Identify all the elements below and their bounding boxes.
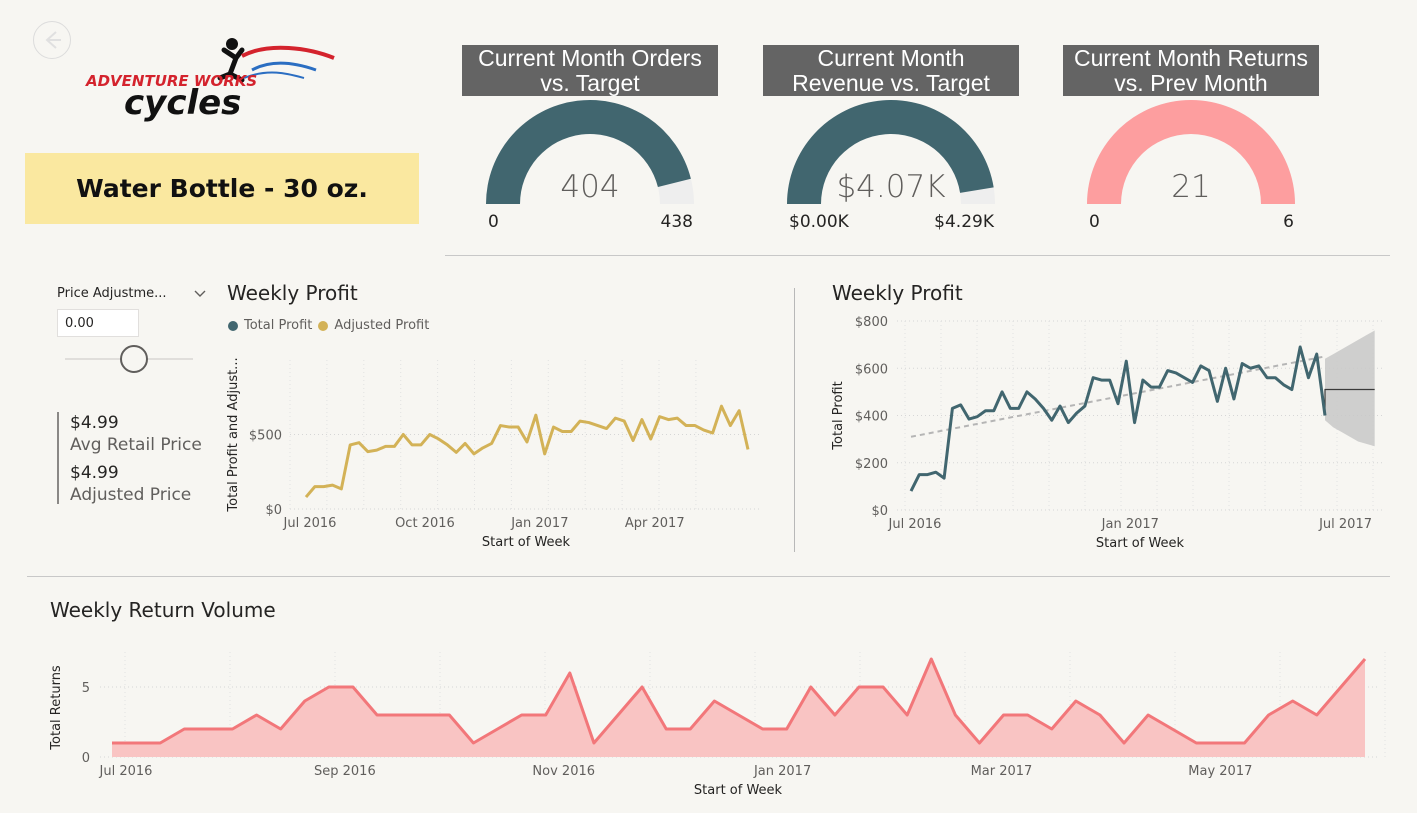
kpi-orders-title: Current Month Orders vs. Target xyxy=(462,45,718,96)
chevron-down-icon[interactable] xyxy=(193,285,207,304)
x-tick-label: Jul 2016 xyxy=(283,516,337,531)
x-axis-title: Start of Week xyxy=(1096,536,1185,551)
bottom-divider xyxy=(27,576,1390,577)
gauge-value: 404 xyxy=(560,169,619,205)
returns-gauge: 21 0 6 xyxy=(1087,100,1295,232)
x-tick-label: Jan 2017 xyxy=(510,516,568,531)
gauge-max: 438 xyxy=(661,212,693,232)
revenue-gauge: $4.07K $0.00K $4.29K xyxy=(787,100,995,232)
company-logo: ADVENTURE WORKS cycles xyxy=(84,34,339,124)
price-slicer-label: Price Adjustme... xyxy=(57,286,167,301)
kpi-orders-title-line1: Current Month Orders xyxy=(478,45,702,71)
back-button[interactable] xyxy=(33,21,71,59)
x-tick-label: Oct 2016 xyxy=(395,516,455,531)
x-tick-label: Jul 2016 xyxy=(99,764,153,779)
kpi-orders-title-line2: vs. Target xyxy=(540,70,640,96)
gauge-value: $4.07K xyxy=(836,169,945,205)
kpi-returns-title-line2: vs. Prev Month xyxy=(1114,70,1268,96)
y-tick-label: $0 xyxy=(265,503,282,518)
kpi-orders: Current Month Orders vs. Target xyxy=(462,45,718,96)
profit-left-chart: $0 $500 Jul 2016 Oct 2016 Jan 2017 Apr 2017 St… xyxy=(226,357,760,550)
legend-total-profit-marker xyxy=(228,320,238,331)
kpi-revenue-title: Current Month Revenue vs. Target xyxy=(763,45,1019,96)
y-tick-label: $600 xyxy=(855,362,888,377)
product-name-card: Water Bottle - 30 oz. xyxy=(25,153,419,224)
kpi-returns: Current Month Returns vs. Prev Month xyxy=(1063,45,1319,96)
avg-retail-price-label: Avg Retail Price xyxy=(70,435,202,455)
top-divider xyxy=(445,255,1390,256)
adjusted-profit-line xyxy=(304,404,750,499)
price-slider[interactable] xyxy=(60,344,200,374)
y-tick-label: $400 xyxy=(855,410,888,425)
x-axis-title: Start of Week xyxy=(694,783,783,798)
profit-left-title: Weekly Profit xyxy=(227,281,358,305)
x-tick-label: Jul 2016 xyxy=(888,517,942,532)
kpi-returns-title-line1: Current Month Returns xyxy=(1074,45,1308,71)
returns-chart: 0 5 Jul 2016 Sep 2016 Nov 2016 Jan 2017 Mar 20… xyxy=(49,652,1386,798)
y-tick-label: $0 xyxy=(871,504,888,519)
legend-adjusted-profit-label: Adjusted Profit xyxy=(334,318,430,333)
kpi-revenue-title-line2: Revenue vs. Target xyxy=(792,70,990,96)
y-tick-label: $500 xyxy=(249,429,282,444)
middle-divider xyxy=(794,288,795,552)
logo-name-text: cycles xyxy=(124,83,241,123)
y-tick-label: 0 xyxy=(82,751,90,766)
gauge-min: 0 xyxy=(1089,212,1100,232)
legend-adjusted-profit-marker xyxy=(318,320,329,331)
gauge-max: 6 xyxy=(1283,212,1294,232)
kpi-returns-title: Current Month Returns vs. Prev Month xyxy=(1063,45,1319,96)
gauge-min: 0 xyxy=(488,212,499,232)
forecast-band xyxy=(1325,330,1375,447)
orders-gauge: 404 0 438 xyxy=(486,99,694,232)
y-tick-label: 5 xyxy=(82,681,90,696)
kpi-revenue: Current Month Revenue vs. Target xyxy=(763,45,1019,96)
x-tick-label: Jan 2017 xyxy=(1101,517,1159,532)
gauge-value: 21 xyxy=(1171,169,1210,205)
x-tick-label: Jul 2017 xyxy=(1318,517,1372,532)
legend-total-profit-label: Total Profit xyxy=(244,318,313,333)
cards-accent-bar xyxy=(57,412,59,504)
y-tick-label: $800 xyxy=(855,315,888,330)
kpi-revenue-title-line1: Current Month xyxy=(817,45,965,71)
returns-title: Weekly Return Volume xyxy=(50,598,276,622)
gauge-min: $0.00K xyxy=(789,212,850,232)
x-tick-label: Apr 2017 xyxy=(625,516,685,531)
arrow-left-icon xyxy=(45,31,61,49)
y-axis-title: Total Profit xyxy=(831,381,846,450)
adjusted-price-value: $4.99 xyxy=(70,463,119,483)
x-tick-label: Sep 2016 xyxy=(314,764,376,779)
profit-right-title: Weekly Profit xyxy=(832,281,963,305)
x-tick-label: Nov 2016 xyxy=(532,764,595,779)
y-axis-title: Total Profit and Adjust... xyxy=(226,357,241,512)
adjusted-price-label: Adjusted Price xyxy=(70,485,192,505)
y-tick-label: $200 xyxy=(855,457,888,472)
x-tick-label: Jan 2017 xyxy=(753,764,811,779)
price-adjustment-input[interactable]: 0.00 xyxy=(57,309,139,337)
gauge-max: $4.29K xyxy=(934,212,995,232)
x-tick-label: May 2017 xyxy=(1188,764,1252,779)
slider-thumb[interactable] xyxy=(120,345,148,373)
profit-right-chart: $0 $200 $400 $600 $800 Jul 2016 Jan 2017 Jul 20… xyxy=(831,315,1385,551)
x-axis-title: Start of Week xyxy=(482,535,571,550)
profit-left-legend: Total Profit Adjusted Profit xyxy=(228,318,429,333)
y-axis-title: Total Returns xyxy=(49,665,64,751)
x-tick-label: Mar 2017 xyxy=(971,764,1033,779)
avg-retail-price-value: $4.99 xyxy=(70,413,119,433)
